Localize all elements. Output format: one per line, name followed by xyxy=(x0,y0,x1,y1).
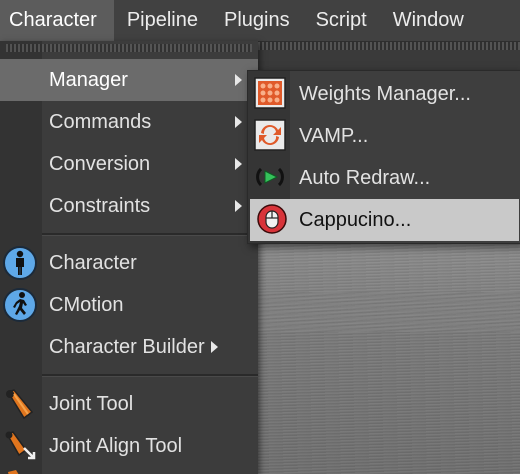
submenu-arrow-icon xyxy=(235,116,242,128)
menu-item-conversion[interactable]: Conversion xyxy=(0,143,258,185)
menu-bar: Character Pipeline Plugins Script Window xyxy=(0,0,520,42)
menu-separator xyxy=(42,374,258,377)
menubar-item-character[interactable]: Character xyxy=(0,0,114,41)
menubar-item-plugins[interactable]: Plugins xyxy=(211,0,303,41)
menu-item-label: Joint Tool xyxy=(49,392,134,415)
submenu-item-auto-redraw[interactable]: Auto Redraw... xyxy=(248,157,520,199)
submenu-item-vamp[interactable]: VAMP... xyxy=(248,115,520,157)
submenu-item-cappucino[interactable]: Cappucino... xyxy=(250,199,519,241)
menubar-item-window[interactable]: Window xyxy=(380,0,477,41)
menu-item-label: Conversion xyxy=(49,152,151,175)
menu-item-text: Character Builder xyxy=(49,335,205,358)
submenu-item-weights-manager[interactable]: Weights Manager... xyxy=(248,73,520,115)
menu-item-manager[interactable]: Manager xyxy=(0,59,258,101)
manager-submenu: Weights Manager... VAMP... Auto Redraw..… xyxy=(247,70,520,244)
submenu-arrow-icon xyxy=(210,341,218,354)
menu-item-constraints[interactable]: Constraints xyxy=(0,185,258,227)
joint-tool-bone-icon xyxy=(6,389,34,420)
app-window: Character Pipeline Plugins Script Window… xyxy=(0,0,520,474)
partial-tool-icon xyxy=(8,470,19,474)
menu-item-commands[interactable]: Commands xyxy=(0,101,258,143)
submenu-arrow-icon xyxy=(235,74,242,86)
toolbar-grip-handle[interactable] xyxy=(258,42,520,50)
menu-item-label: Commands xyxy=(49,110,152,133)
3d-viewport[interactable] xyxy=(258,242,520,474)
menu-item-character-builder[interactable]: Character Builder xyxy=(0,326,258,368)
menubar-item-pipeline[interactable]: Pipeline xyxy=(114,0,211,41)
character-figure-icon xyxy=(3,246,37,280)
menu-item-joint-align-tool[interactable]: Joint Align Tool xyxy=(0,425,258,467)
submenu-arrow-icon xyxy=(235,200,242,212)
menu-item-label: Joint Align Tool xyxy=(49,434,183,457)
auto-redraw-play-icon xyxy=(256,167,284,187)
menu-item-cmotion[interactable]: CMotion xyxy=(0,284,258,326)
menu-item-joint-tool[interactable]: Joint Tool xyxy=(0,383,258,425)
menu-item-label: Manager xyxy=(49,68,128,91)
submenu-item-label: Cappucino... xyxy=(299,209,412,231)
submenu-item-label: Auto Redraw... xyxy=(299,167,431,189)
weights-manager-grid-icon xyxy=(254,77,286,109)
menubar-item-script[interactable]: Script xyxy=(303,0,380,41)
menu-item-character[interactable]: Character xyxy=(0,242,258,284)
character-menu: Manager Commands Conversion Constraints … xyxy=(0,41,258,474)
menu-item-label: CMotion xyxy=(49,293,124,316)
joint-align-tool-icon xyxy=(5,431,36,460)
menu-item-partial xyxy=(0,467,258,474)
viewport-floor-texture xyxy=(258,292,520,332)
menu-separator xyxy=(42,233,258,236)
submenu-item-label: Weights Manager... xyxy=(299,83,471,105)
menu-tearoff-grip[interactable] xyxy=(6,44,252,52)
vamp-arrows-icon xyxy=(254,119,286,151)
menu-item-label: Constraints xyxy=(49,194,151,217)
cappucino-mouse-icon xyxy=(257,204,287,234)
menu-item-label: Character xyxy=(49,251,137,274)
submenu-arrow-icon xyxy=(235,158,242,170)
submenu-item-label: VAMP... xyxy=(299,125,369,147)
menu-item-label: Character Builder xyxy=(49,336,218,359)
cmotion-walking-figure-icon xyxy=(3,288,37,322)
